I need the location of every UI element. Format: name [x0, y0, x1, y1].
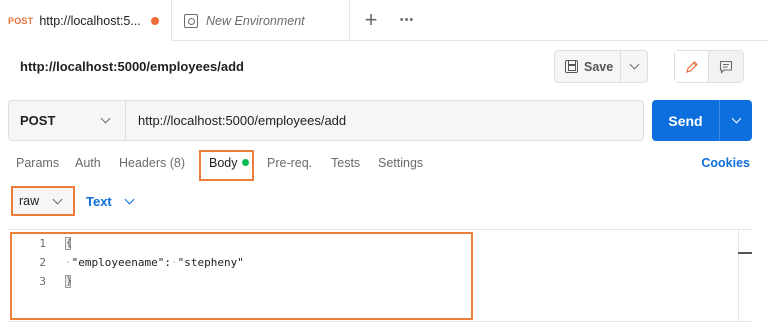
tab-title: http://localhost:5... — [39, 13, 141, 28]
save-options-button[interactable] — [621, 51, 647, 82]
save-button[interactable]: Save — [555, 51, 621, 82]
editor-highlight — [10, 232, 473, 320]
body-format-label: Text — [86, 193, 112, 209]
ellipsis-icon[interactable]: ••• — [396, 8, 418, 32]
environment-label: New Environment — [206, 13, 305, 28]
url-input[interactable]: http://localhost:5000/employees/add — [126, 101, 643, 140]
request-tabs: Params Auth Headers (8) Body Pre-req. Te… — [8, 152, 758, 178]
tab-strip: POST http://localhost:5... New Environme… — [0, 0, 768, 41]
tab-auth[interactable]: Auth — [75, 156, 101, 170]
pencil-icon — [685, 60, 698, 73]
body-mode-select[interactable]: raw — [11, 186, 75, 216]
edit-view-button[interactable] — [675, 51, 710, 82]
body-mode-label: raw — [19, 194, 40, 208]
scrollbar-cursor-marker — [738, 252, 752, 254]
comment-icon — [719, 60, 733, 74]
chevron-down-icon — [731, 113, 741, 124]
chevron-down-icon — [124, 194, 135, 204]
url-bar: POST http://localhost:5000/employees/add — [8, 100, 644, 141]
body-tab-highlight — [199, 150, 254, 181]
method-label: POST — [20, 113, 56, 128]
tab-prereq[interactable]: Pre-req. — [267, 156, 312, 170]
chevron-down-icon — [629, 59, 639, 70]
environment-icon — [184, 13, 198, 28]
tab-environment[interactable]: New Environment — [172, 0, 350, 41]
view-toggle — [674, 50, 744, 83]
send-button-group: Send — [652, 100, 752, 141]
unsaved-indicator-dot — [150, 16, 159, 25]
body-format-select[interactable]: Text — [86, 186, 135, 216]
chevron-down-icon — [52, 194, 63, 204]
request-title[interactable]: http://localhost:5000/employees/add — [20, 59, 244, 74]
save-button-group: Save — [554, 50, 648, 83]
chevron-down-icon — [100, 113, 111, 124]
tab-request-active[interactable]: POST http://localhost:5... — [0, 0, 172, 41]
cookies-link[interactable]: Cookies — [701, 156, 750, 170]
method-select[interactable]: POST — [9, 101, 126, 140]
documentation-view-button[interactable] — [709, 51, 743, 82]
plus-icon[interactable]: + — [360, 8, 382, 32]
save-label: Save — [584, 59, 614, 74]
save-icon — [565, 60, 578, 73]
tab-settings[interactable]: Settings — [378, 156, 423, 170]
send-button[interactable]: Send — [652, 100, 720, 141]
tab-tests[interactable]: Tests — [331, 156, 360, 170]
tab-method-label: POST — [8, 15, 34, 26]
send-options-button[interactable] — [720, 100, 752, 141]
tab-params[interactable]: Params — [16, 156, 59, 170]
editor-scrollbar[interactable] — [738, 230, 752, 321]
tab-headers[interactable]: Headers (8) — [119, 156, 185, 170]
